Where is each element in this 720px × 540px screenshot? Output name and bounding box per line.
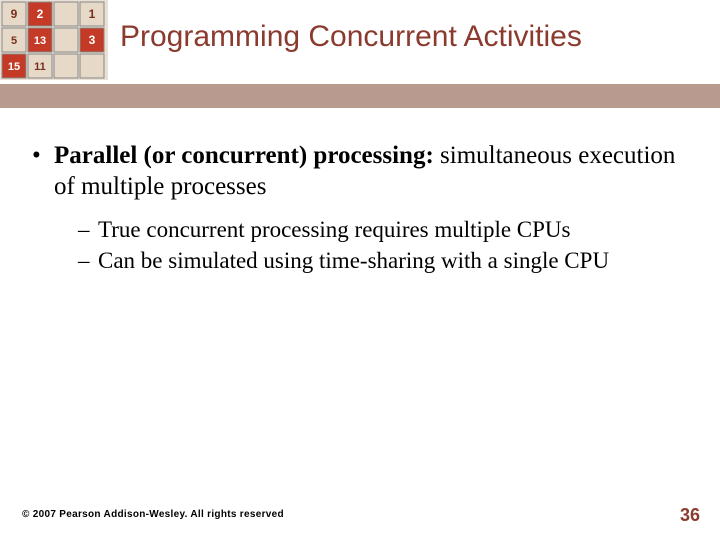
copyright-text: © 2007 Pearson Addison-Wesley. All right… — [22, 509, 284, 520]
header-divider-bar — [0, 84, 720, 108]
sub-bullet-item: True concurrent processing requires mult… — [78, 215, 690, 245]
svg-text:9: 9 — [11, 7, 18, 21]
page-number: 36 — [680, 505, 700, 526]
svg-text:15: 15 — [8, 61, 20, 73]
sub-bullet-list: True concurrent processing requires mult… — [30, 215, 690, 277]
svg-text:1: 1 — [89, 7, 96, 21]
slide-title: Programming Concurrent Activities — [120, 20, 582, 54]
bullet-bold-text: Parallel (or concurrent) processing: — [54, 142, 434, 169]
sub-bullet-item: Can be simulated using time-sharing with… — [78, 246, 690, 276]
slide-header: 9 2 1 5 13 3 15 11 Program — [0, 0, 720, 95]
puzzle-icon: 9 2 1 5 13 3 15 11 — [0, 0, 108, 80]
svg-text:2: 2 — [37, 7, 44, 21]
svg-text:11: 11 — [34, 61, 46, 73]
slide-body: Parallel (or concurrent) processing: sim… — [30, 140, 690, 278]
bullet-main: Parallel (or concurrent) processing: sim… — [30, 140, 690, 203]
svg-text:5: 5 — [11, 35, 17, 47]
svg-text:3: 3 — [89, 33, 96, 47]
svg-text:13: 13 — [34, 35, 46, 47]
